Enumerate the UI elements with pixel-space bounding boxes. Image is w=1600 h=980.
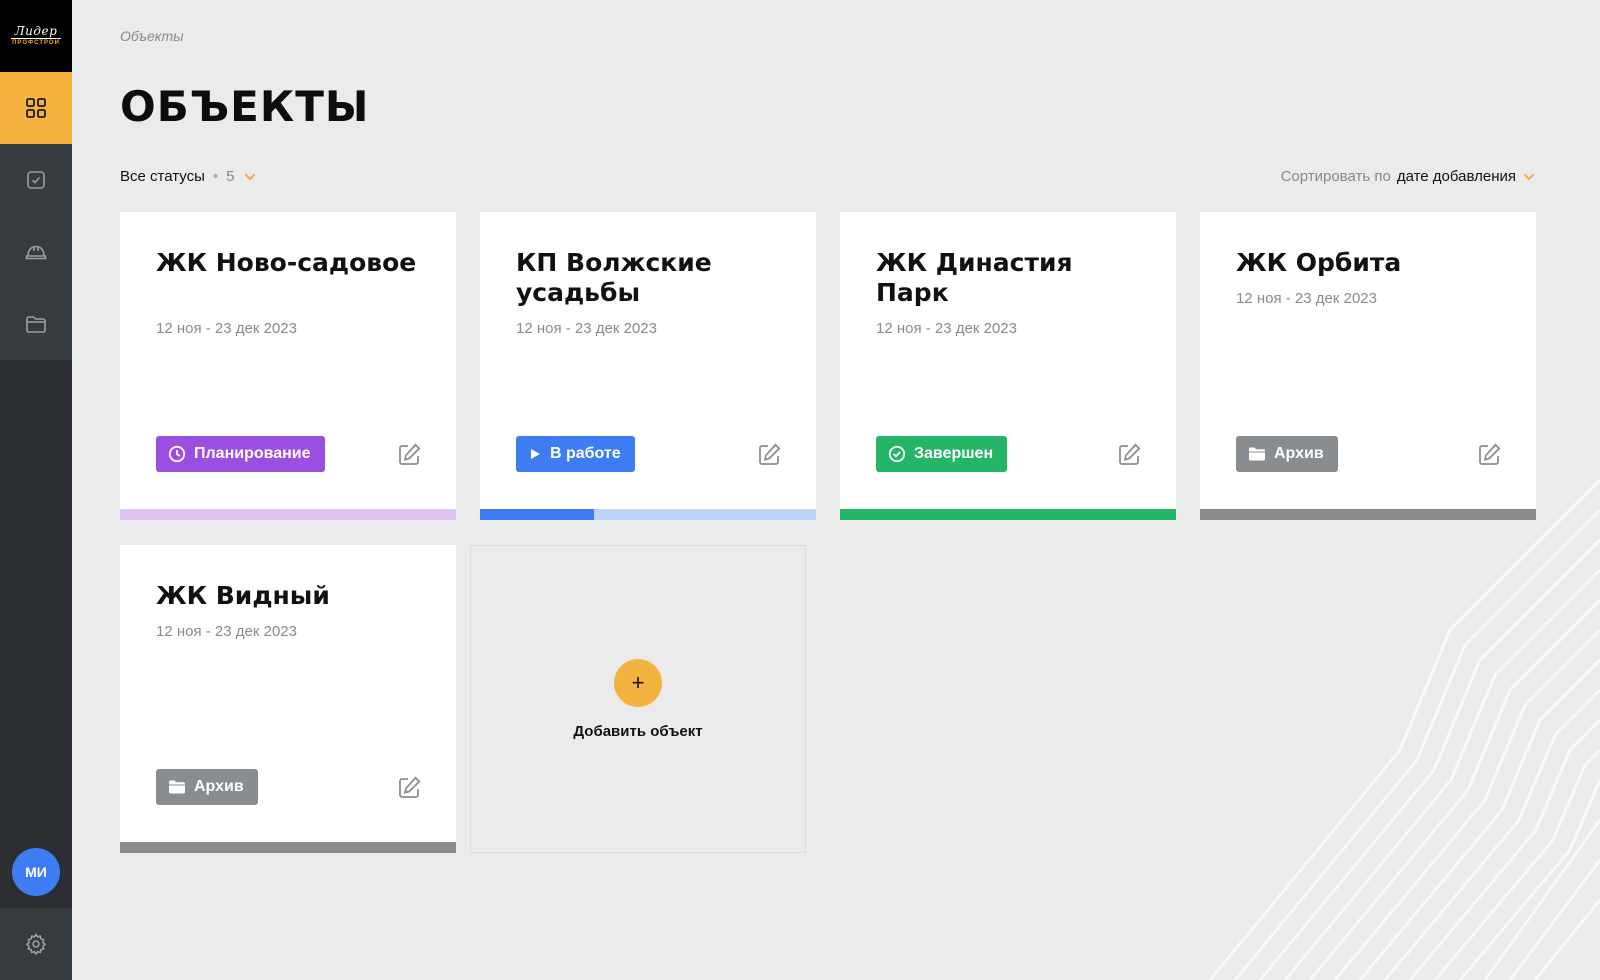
sidebar: Лидер ПРОФСТРОЙ МИ (0, 0, 72, 980)
play-icon (528, 447, 542, 461)
status-badge[interactable]: Планирование (156, 436, 325, 472)
progress-fill (1200, 509, 1536, 520)
progress-bar (120, 842, 456, 853)
object-card[interactable]: ЖК Династия Парк 12 ноя - 23 дек 2023 Заве… (840, 212, 1176, 520)
sort-label: Сортировать по (1280, 168, 1391, 185)
status-badge[interactable]: В работе (516, 436, 635, 472)
logo-divider (11, 38, 61, 39)
status-count: 5 (226, 168, 235, 185)
grid-icon (26, 98, 46, 118)
clock-icon (168, 445, 186, 463)
progress-bar (480, 509, 816, 520)
status-badge[interactable]: Завершен (876, 436, 1008, 472)
chevron-down-icon (1523, 173, 1535, 180)
add-object-card[interactable]: + Добавить объект (470, 545, 806, 853)
status-filter-label: Все статусы (120, 168, 205, 185)
edit-icon[interactable] (396, 775, 422, 801)
card-title: ЖК Орбита (1236, 248, 1402, 277)
chevron-down-icon (244, 173, 255, 180)
sort-value[interactable]: дате добавления (1397, 168, 1516, 185)
page-title: ОБЪЕКТЫ (120, 82, 370, 131)
status-badge-label: Завершен (914, 445, 994, 462)
card-dates: 12 ноя - 23 дек 2023 (876, 320, 1017, 337)
user-avatar[interactable]: МИ (12, 848, 60, 896)
sort-control[interactable]: Сортировать по дате добавления (1281, 168, 1536, 185)
breadcrumb[interactable]: Объекты (120, 28, 184, 44)
add-object-label: Добавить объект (573, 722, 703, 740)
card-title: ЖК Династия Парк (876, 248, 1073, 307)
logo-top-text: Лидер (14, 24, 58, 38)
card-dates: 12 ноя - 23 дек 2023 (516, 320, 657, 337)
company-logo[interactable]: Лидер ПРОФСТРОЙ (0, 0, 72, 72)
logo-bottom-text: ПРОФСТРОЙ (12, 40, 60, 46)
object-card[interactable]: ЖК Ново-садовое 12 ноя - 23 дек 2023 Плани… (120, 212, 456, 520)
sidebar-item-objects[interactable] (0, 72, 72, 144)
filter-separator: • (212, 168, 219, 185)
status-badge-label: Архив (194, 778, 244, 795)
settings-button[interactable] (0, 908, 72, 980)
status-badge-label: Архив (1274, 445, 1324, 462)
edit-icon[interactable] (756, 442, 782, 468)
card-dates: 12 ноя - 23 дек 2023 (156, 623, 297, 640)
checkbox-icon (27, 171, 45, 189)
status-badge[interactable]: Архив (156, 769, 258, 805)
edit-icon[interactable] (1476, 442, 1502, 468)
progress-fill (480, 509, 595, 520)
object-card[interactable]: КП Волжские усадьбы 12 ноя - 23 дек 2023 В… (480, 212, 816, 520)
progress-bar (840, 509, 1176, 520)
edit-icon[interactable] (396, 442, 422, 468)
folder-icon (168, 779, 186, 795)
status-badge-label: В работе (550, 445, 621, 462)
card-title: ЖК Ново-садовое (156, 248, 417, 277)
sidebar-item-workers[interactable] (0, 216, 72, 288)
gear-icon (25, 933, 47, 956)
object-card[interactable]: ЖК Видный 12 ноя - 23 дек 2023 Архив (120, 545, 456, 853)
card-title: КП Волжские усадьбы (516, 248, 712, 307)
status-badge[interactable]: Архив (1236, 436, 1338, 472)
card-dates: 12 ноя - 23 дек 2023 (156, 320, 297, 337)
edit-icon[interactable] (1116, 442, 1142, 468)
folder-icon (26, 316, 46, 333)
status-filter-dropdown[interactable]: Все статусы • 5 (120, 168, 257, 185)
folder-icon (1248, 446, 1266, 462)
progress-fill (120, 842, 456, 853)
sidebar-item-tasks[interactable] (0, 144, 72, 216)
sidebar-item-documents[interactable] (0, 288, 72, 360)
progress-bar (1200, 509, 1536, 520)
card-dates: 12 ноя - 23 дек 2023 (1236, 290, 1377, 307)
check-circle-icon (888, 445, 906, 463)
card-title: ЖК Видный (156, 581, 330, 610)
progress-fill (840, 509, 1176, 520)
helmet-icon (25, 245, 47, 260)
progress-bar (120, 509, 456, 520)
plus-icon[interactable]: + (614, 658, 662, 707)
status-badge-label: Планирование (194, 445, 311, 462)
object-card[interactable]: ЖК Орбита 12 ноя - 23 дек 2023 Архив (1200, 212, 1536, 520)
